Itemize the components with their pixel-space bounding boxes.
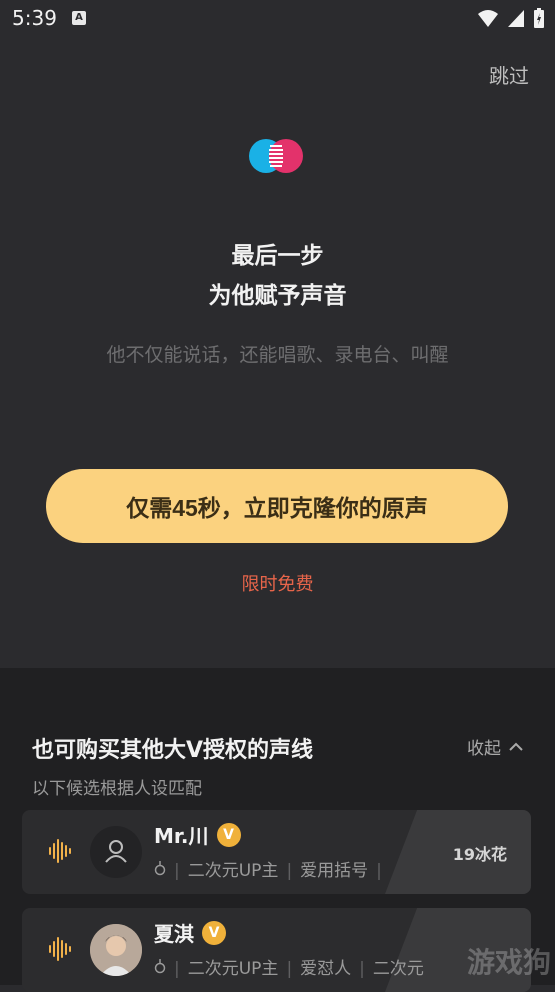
sound-wave-icon[interactable] xyxy=(48,936,72,962)
watermark: 游戏狗 xyxy=(466,946,551,979)
voice-tag: 二次元UP主 xyxy=(187,861,279,881)
voice-tag: 爱用括号 xyxy=(300,861,369,881)
page-title-line1: 最后一步 xyxy=(231,243,324,269)
battery-icon xyxy=(534,8,544,28)
limited-free-label: 限时免费 xyxy=(241,574,314,595)
skip-button[interactable]: 跳过 xyxy=(489,60,529,89)
voice-section: 也可购买其他大V授权的声线 收起 以下候选根据人设匹配 Mr.川 V | 二次元U… xyxy=(0,668,555,992)
voice-card[interactable]: 夏淇 V | 二次元UP主 | 爱怼人 | 二次元 xyxy=(22,908,531,992)
chevron-up-icon xyxy=(509,742,523,751)
voice-name: 夏淇 V xyxy=(154,918,226,947)
avatar xyxy=(90,826,142,878)
collapse-label: 收起 xyxy=(467,739,501,759)
status-icons xyxy=(477,7,545,29)
voice-tag: 二次元 xyxy=(372,959,424,979)
avatar xyxy=(90,924,142,976)
voice-tags: | 二次元UP主 | 爱用括号 | xyxy=(154,856,390,881)
app-logo-icon xyxy=(249,139,303,173)
wifi-icon xyxy=(478,10,498,27)
collapse-button[interactable]: 收起 xyxy=(467,734,523,759)
voice-tag: 爱怼人 xyxy=(300,959,352,979)
voice-section-title: 也可购买其他大V授权的声线 xyxy=(32,738,314,763)
gender-icon xyxy=(154,861,166,876)
verified-badge-icon: V xyxy=(202,920,226,945)
user-photo-icon xyxy=(90,924,142,976)
page-subtitle: 他不仅能说话，还能唱歌、录电台、叫醒 xyxy=(106,344,449,366)
voice-name: Mr.川 V xyxy=(154,820,241,849)
status-time: 5:39 xyxy=(12,6,57,30)
voice-name-text: Mr.川 xyxy=(154,824,209,848)
sound-wave-icon[interactable] xyxy=(48,838,72,864)
notification-icon: A xyxy=(72,11,86,25)
voice-section-subtitle: 以下候选根据人设匹配 xyxy=(32,779,202,799)
page-title-line2: 为他赋予声音 xyxy=(208,283,347,309)
voice-price: 19冰花 xyxy=(452,845,507,864)
voice-tag: 二次元UP主 xyxy=(187,959,279,979)
signal-icon xyxy=(508,10,524,27)
person-placeholder-icon xyxy=(105,840,127,863)
voice-name-text: 夏淇 xyxy=(154,922,194,946)
status-bar: 5:39 A xyxy=(0,0,555,36)
gender-icon xyxy=(154,959,166,974)
voice-card[interactable]: Mr.川 V | 二次元UP主 | 爱用括号 | 19冰花 xyxy=(22,810,531,894)
voice-tags: | 二次元UP主 | 爱怼人 | 二次元 xyxy=(154,954,424,979)
verified-badge-icon: V xyxy=(216,822,241,847)
clone-voice-button[interactable]: 仅需45秒，立即克隆你的原声 xyxy=(46,469,508,543)
